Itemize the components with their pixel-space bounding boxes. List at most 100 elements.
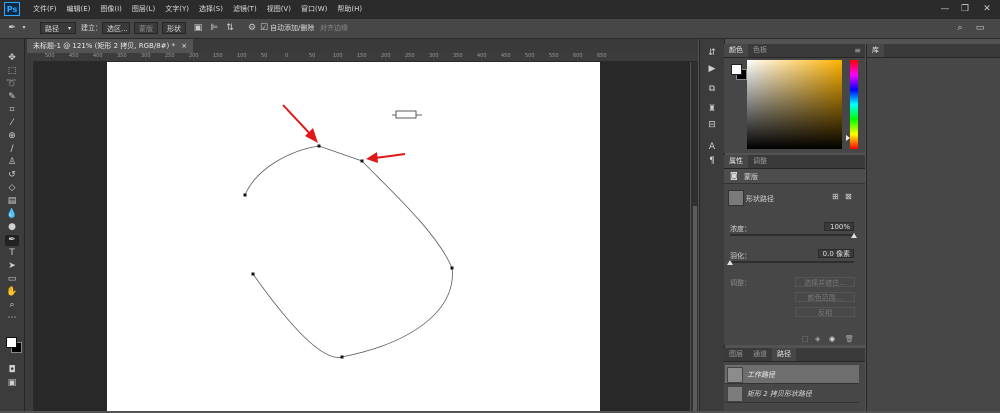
rectangle-tool-icon[interactable]: ▭ <box>5 274 19 285</box>
menu-select[interactable]: 选择(S) <box>194 0 228 19</box>
density-slider-knob[interactable] <box>851 233 857 238</box>
tab-layers[interactable]: 图层 <box>724 348 748 361</box>
feather-field[interactable]: 0.0 像素 <box>818 249 854 258</box>
mask-button[interactable]: 蒙版 <box>134 22 158 34</box>
add-pixel-mask-icon[interactable]: ⊞ <box>832 192 839 201</box>
density-field[interactable]: 100% <box>824 222 854 231</box>
tab-adjustments[interactable]: 调整 <box>748 155 772 168</box>
anchor-point[interactable] <box>340 355 344 359</box>
foreground-color-swatch[interactable] <box>731 64 742 75</box>
panel-menu-icon[interactable]: ≡ <box>854 44 861 57</box>
auto-add-delete-checkbox[interactable]: ☑ <box>258 22 270 34</box>
path-item-work-path[interactable]: 工作路径 <box>725 365 859 384</box>
screen-mode-icon[interactable]: ▣ <box>5 378 19 389</box>
add-vector-mask-icon[interactable]: ⊠ <box>845 192 852 201</box>
anchor-point[interactable] <box>450 266 454 270</box>
anchor-point[interactable] <box>317 144 321 148</box>
scrollbar-thumb[interactable] <box>693 206 697 411</box>
marquee-tool-icon[interactable]: ⬚ <box>5 66 19 77</box>
tab-swatches[interactable]: 色板 <box>748 44 772 57</box>
color-range-button[interactable]: 颜色范围... <box>795 292 855 302</box>
menu-filter[interactable]: 滤镜(T) <box>228 0 262 19</box>
hand-tool-icon[interactable]: ✋ <box>5 287 19 298</box>
minimize-button[interactable]: — <box>935 0 955 19</box>
zoom-tool-icon[interactable]: ⌕ <box>5 300 19 311</box>
paragraph-panel-icon[interactable]: ¶ <box>705 155 719 167</box>
path-operations-icon[interactable]: ▣ <box>192 22 204 34</box>
eyedropper-tool-icon[interactable]: ⁄ <box>5 118 19 129</box>
menu-image[interactable]: 图像(I) <box>95 0 127 19</box>
anchor-point[interactable] <box>360 159 364 163</box>
lasso-tool-icon[interactable]: ➰ <box>5 79 19 90</box>
menu-layer[interactable]: 图层(L) <box>127 0 160 19</box>
close-button[interactable]: ✕ <box>977 0 997 19</box>
tool-presets-icon[interactable]: ♜ <box>705 103 719 115</box>
direction-handle[interactable] <box>392 110 422 119</box>
menu-edit[interactable]: 编辑(E) <box>62 0 96 19</box>
pen-tool-icon[interactable]: ✒ <box>5 235 19 246</box>
load-selection-icon[interactable]: ⬚ <box>802 335 809 343</box>
hue-slider[interactable] <box>850 60 858 149</box>
hue-slider-marker[interactable] <box>846 135 850 141</box>
dodge-tool-icon[interactable]: ● <box>5 222 19 233</box>
tab-channels[interactable]: 通道 <box>748 348 772 361</box>
menu-file[interactable]: 文件(F) <box>28 0 62 19</box>
workspace-icon[interactable]: ▭ <box>974 22 986 34</box>
mode-select[interactable]: 路径 ▾ <box>40 22 76 34</box>
crop-tool-icon[interactable]: ⌗ <box>5 105 19 116</box>
document-canvas[interactable] <box>107 62 600 411</box>
density-slider[interactable] <box>730 234 854 236</box>
feather-slider[interactable] <box>730 261 854 263</box>
color-picker-field[interactable] <box>747 60 842 149</box>
menu-window[interactable]: 窗口(W) <box>296 0 332 19</box>
history-brush-tool-icon[interactable]: ↺ <box>5 170 19 181</box>
menu-view[interactable]: 视图(V) <box>262 0 296 19</box>
healing-brush-tool-icon[interactable]: ⊕ <box>5 131 19 142</box>
pen-tool-icon[interactable]: ✒ <box>6 22 18 34</box>
menu-help[interactable]: 帮助(H) <box>332 0 367 19</box>
character-panel-icon[interactable]: A <box>705 141 719 153</box>
restore-button[interactable]: ❐ <box>955 0 975 19</box>
document-tab[interactable]: 未标题-1 @ 121% (矩形 2 拷贝, RGB/8#) * × <box>27 39 194 53</box>
gear-icon[interactable]: ⚙ <box>246 22 258 34</box>
apply-mask-icon[interactable]: ◈ <box>815 335 820 343</box>
stamp-tool-icon[interactable]: ♙ <box>5 157 19 168</box>
search-icon[interactable]: ⌕ <box>954 22 966 34</box>
actions-panel-icon[interactable]: ▶ <box>705 63 719 75</box>
path-item-shape-path[interactable]: 矩形 2 拷贝形状路径 <box>725 384 859 403</box>
selection-button[interactable]: 选区... <box>102 22 130 34</box>
path-alignment-icon[interactable]: ⊫ <box>208 22 220 34</box>
select-and-mask-button[interactable]: 选择并遮住... <box>795 277 855 287</box>
path-select-tool-icon[interactable]: ➤ <box>5 261 19 272</box>
anchor-point[interactable] <box>243 193 247 197</box>
quick-mask-icon[interactable]: ◘ <box>5 365 19 376</box>
tab-properties[interactable]: 属性 <box>724 155 748 168</box>
history-panel-icon[interactable]: ⇵ <box>705 47 719 59</box>
chevron-down-icon[interactable]: ▾ <box>18 22 30 34</box>
adjustments-icon[interactable]: ⊟ <box>705 119 719 131</box>
tab-libraries[interactable]: 库 <box>867 44 884 57</box>
trash-icon[interactable]: 🗑 <box>845 335 854 343</box>
move-tool-icon[interactable]: ✥ <box>5 53 19 64</box>
quick-select-tool-icon[interactable]: ✎ <box>5 92 19 103</box>
close-icon[interactable]: × <box>181 42 187 50</box>
brush-tool-icon[interactable]: ∕ <box>5 144 19 155</box>
feather-slider-knob[interactable] <box>727 260 733 265</box>
eraser-tool-icon[interactable]: ◇ <box>5 183 19 194</box>
path-arrangement-icon[interactable]: ⇅ <box>224 22 236 34</box>
tab-paths[interactable]: 路径 <box>772 348 796 361</box>
shape-button[interactable]: 形状 <box>162 22 186 34</box>
visibility-eye-icon[interactable]: ◉ <box>829 335 835 343</box>
tab-color[interactable]: 颜色 <box>724 44 748 57</box>
vector-mask-thumbnail[interactable] <box>728 190 744 206</box>
type-tool-icon[interactable]: T <box>5 248 19 259</box>
more-tools-icon[interactable]: ⋯ <box>5 313 19 324</box>
blur-tool-icon[interactable]: 💧 <box>5 209 19 220</box>
gradient-tool-icon[interactable]: ▤ <box>5 196 19 207</box>
foreground-color-swatch[interactable] <box>6 337 17 348</box>
work-path[interactable] <box>244 145 453 358</box>
layer-comps-icon[interactable]: ⧉ <box>705 83 719 95</box>
invert-button[interactable]: 反相 <box>795 307 855 317</box>
anchor-point[interactable] <box>251 272 255 276</box>
menu-type[interactable]: 文字(Y) <box>160 0 194 19</box>
